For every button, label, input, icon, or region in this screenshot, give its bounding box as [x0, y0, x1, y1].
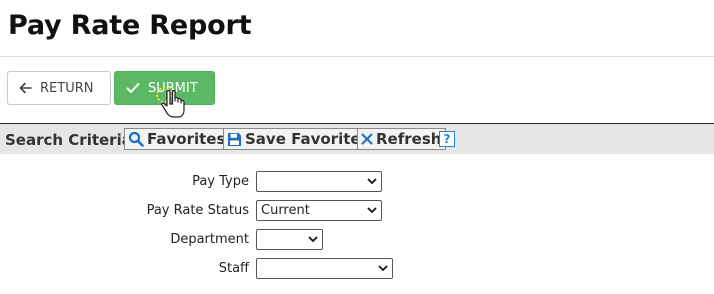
- chevron-down-icon: [378, 265, 388, 272]
- favorites-label: Favorites: [147, 130, 226, 148]
- staff-label: Staff: [218, 261, 249, 276]
- close-x-icon: [361, 133, 373, 145]
- save-favorites-button[interactable]: Save Favorites: [223, 128, 375, 150]
- staff-select[interactable]: [256, 258, 393, 279]
- search-criteria-label: Search Criteria: [5, 131, 132, 149]
- form-row-pay-rate-status: Pay Rate Status Current: [0, 200, 714, 222]
- form-row-department: Department: [0, 229, 714, 251]
- floppy-disk-icon: [228, 132, 241, 146]
- save-favorites-label: Save Favorites: [245, 130, 370, 148]
- arrow-left-icon: [19, 82, 32, 94]
- pay-rate-status-select[interactable]: Current: [256, 200, 382, 221]
- refresh-label: Refresh: [376, 130, 442, 148]
- chevron-down-icon: [308, 236, 318, 243]
- search-icon: [128, 131, 144, 147]
- help-button[interactable]: ?: [439, 131, 455, 147]
- refresh-button[interactable]: Refresh: [357, 128, 447, 150]
- department-select[interactable]: [256, 229, 323, 250]
- chevron-down-icon: [367, 207, 377, 214]
- hand-pointer-cursor-icon: [156, 87, 185, 118]
- pay-rate-status-value: Current: [261, 203, 310, 218]
- return-label: RETURN: [40, 80, 94, 96]
- favorites-button[interactable]: Favorites: [124, 128, 231, 150]
- checkmark-icon: [126, 83, 140, 93]
- question-mark-icon: ?: [443, 132, 451, 146]
- title-divider: [0, 56, 714, 57]
- chevron-down-icon: [367, 178, 377, 185]
- form-row-staff: Staff: [0, 258, 714, 280]
- pay-type-label: Pay Type: [192, 174, 249, 189]
- page-title: Pay Rate Report: [8, 10, 252, 41]
- search-criteria-bar: Search Criteria Favorites Save Favorites…: [0, 124, 714, 154]
- return-button[interactable]: RETURN: [7, 71, 111, 105]
- department-label: Department: [170, 232, 249, 247]
- form-row-pay-type: Pay Type: [0, 171, 714, 193]
- pay-rate-status-label: Pay Rate Status: [146, 203, 249, 218]
- pay-type-select[interactable]: [256, 171, 382, 192]
